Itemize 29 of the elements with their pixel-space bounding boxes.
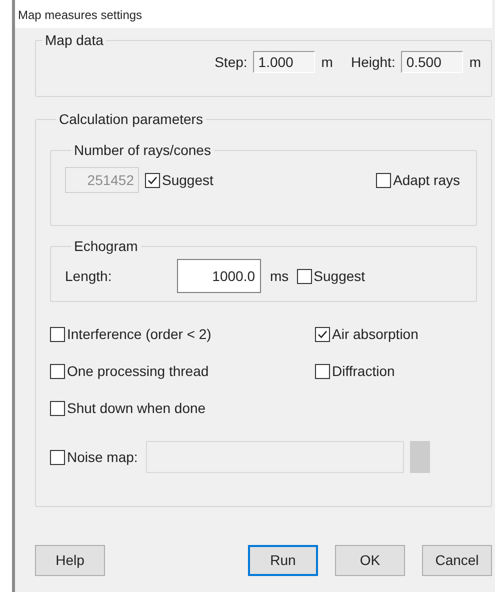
checkbox[interactable]: Suggest [296,266,366,286]
unit-label: ms [270,266,289,286]
input-field[interactable]: 1.000 [253,51,316,73]
window-title: Map measures settings [15,0,492,28]
field-label: Height: [350,52,396,72]
checkbox[interactable]: Diffraction [315,361,477,382]
group-title: Map data [44,31,104,50]
group-title: Calculation parameters [58,110,204,129]
checkbox[interactable]: Adapt rays [376,170,460,190]
group-title: Number of rays/cones [73,141,212,160]
check-icon [147,174,158,186]
dialog-button[interactable]: Run [248,545,318,576]
field-label: Step: [214,52,248,72]
checkbox[interactable]: Interference (order < 2) [50,324,315,345]
checkbox[interactable]: Suggest [145,170,214,190]
browse-button[interactable] [410,441,430,473]
dialog-button[interactable]: OK [335,545,405,576]
field-label: Length: [65,266,113,286]
unit-label: m [321,52,333,72]
dialog-button[interactable]: Help [35,545,105,576]
unit-label: m [469,52,481,72]
checkbox[interactable]: Air absorption [315,324,477,345]
dialog-button[interactable]: Cancel [422,545,492,576]
length-field[interactable]: 1000.0 [177,259,261,293]
group-title: Echogram [73,237,139,256]
input-field[interactable]: 0.500 [401,51,464,73]
checkbox[interactable]: One processing thread [50,361,315,382]
checkbox[interactable]: Shut down when done [50,398,315,419]
check-icon [317,329,328,340]
